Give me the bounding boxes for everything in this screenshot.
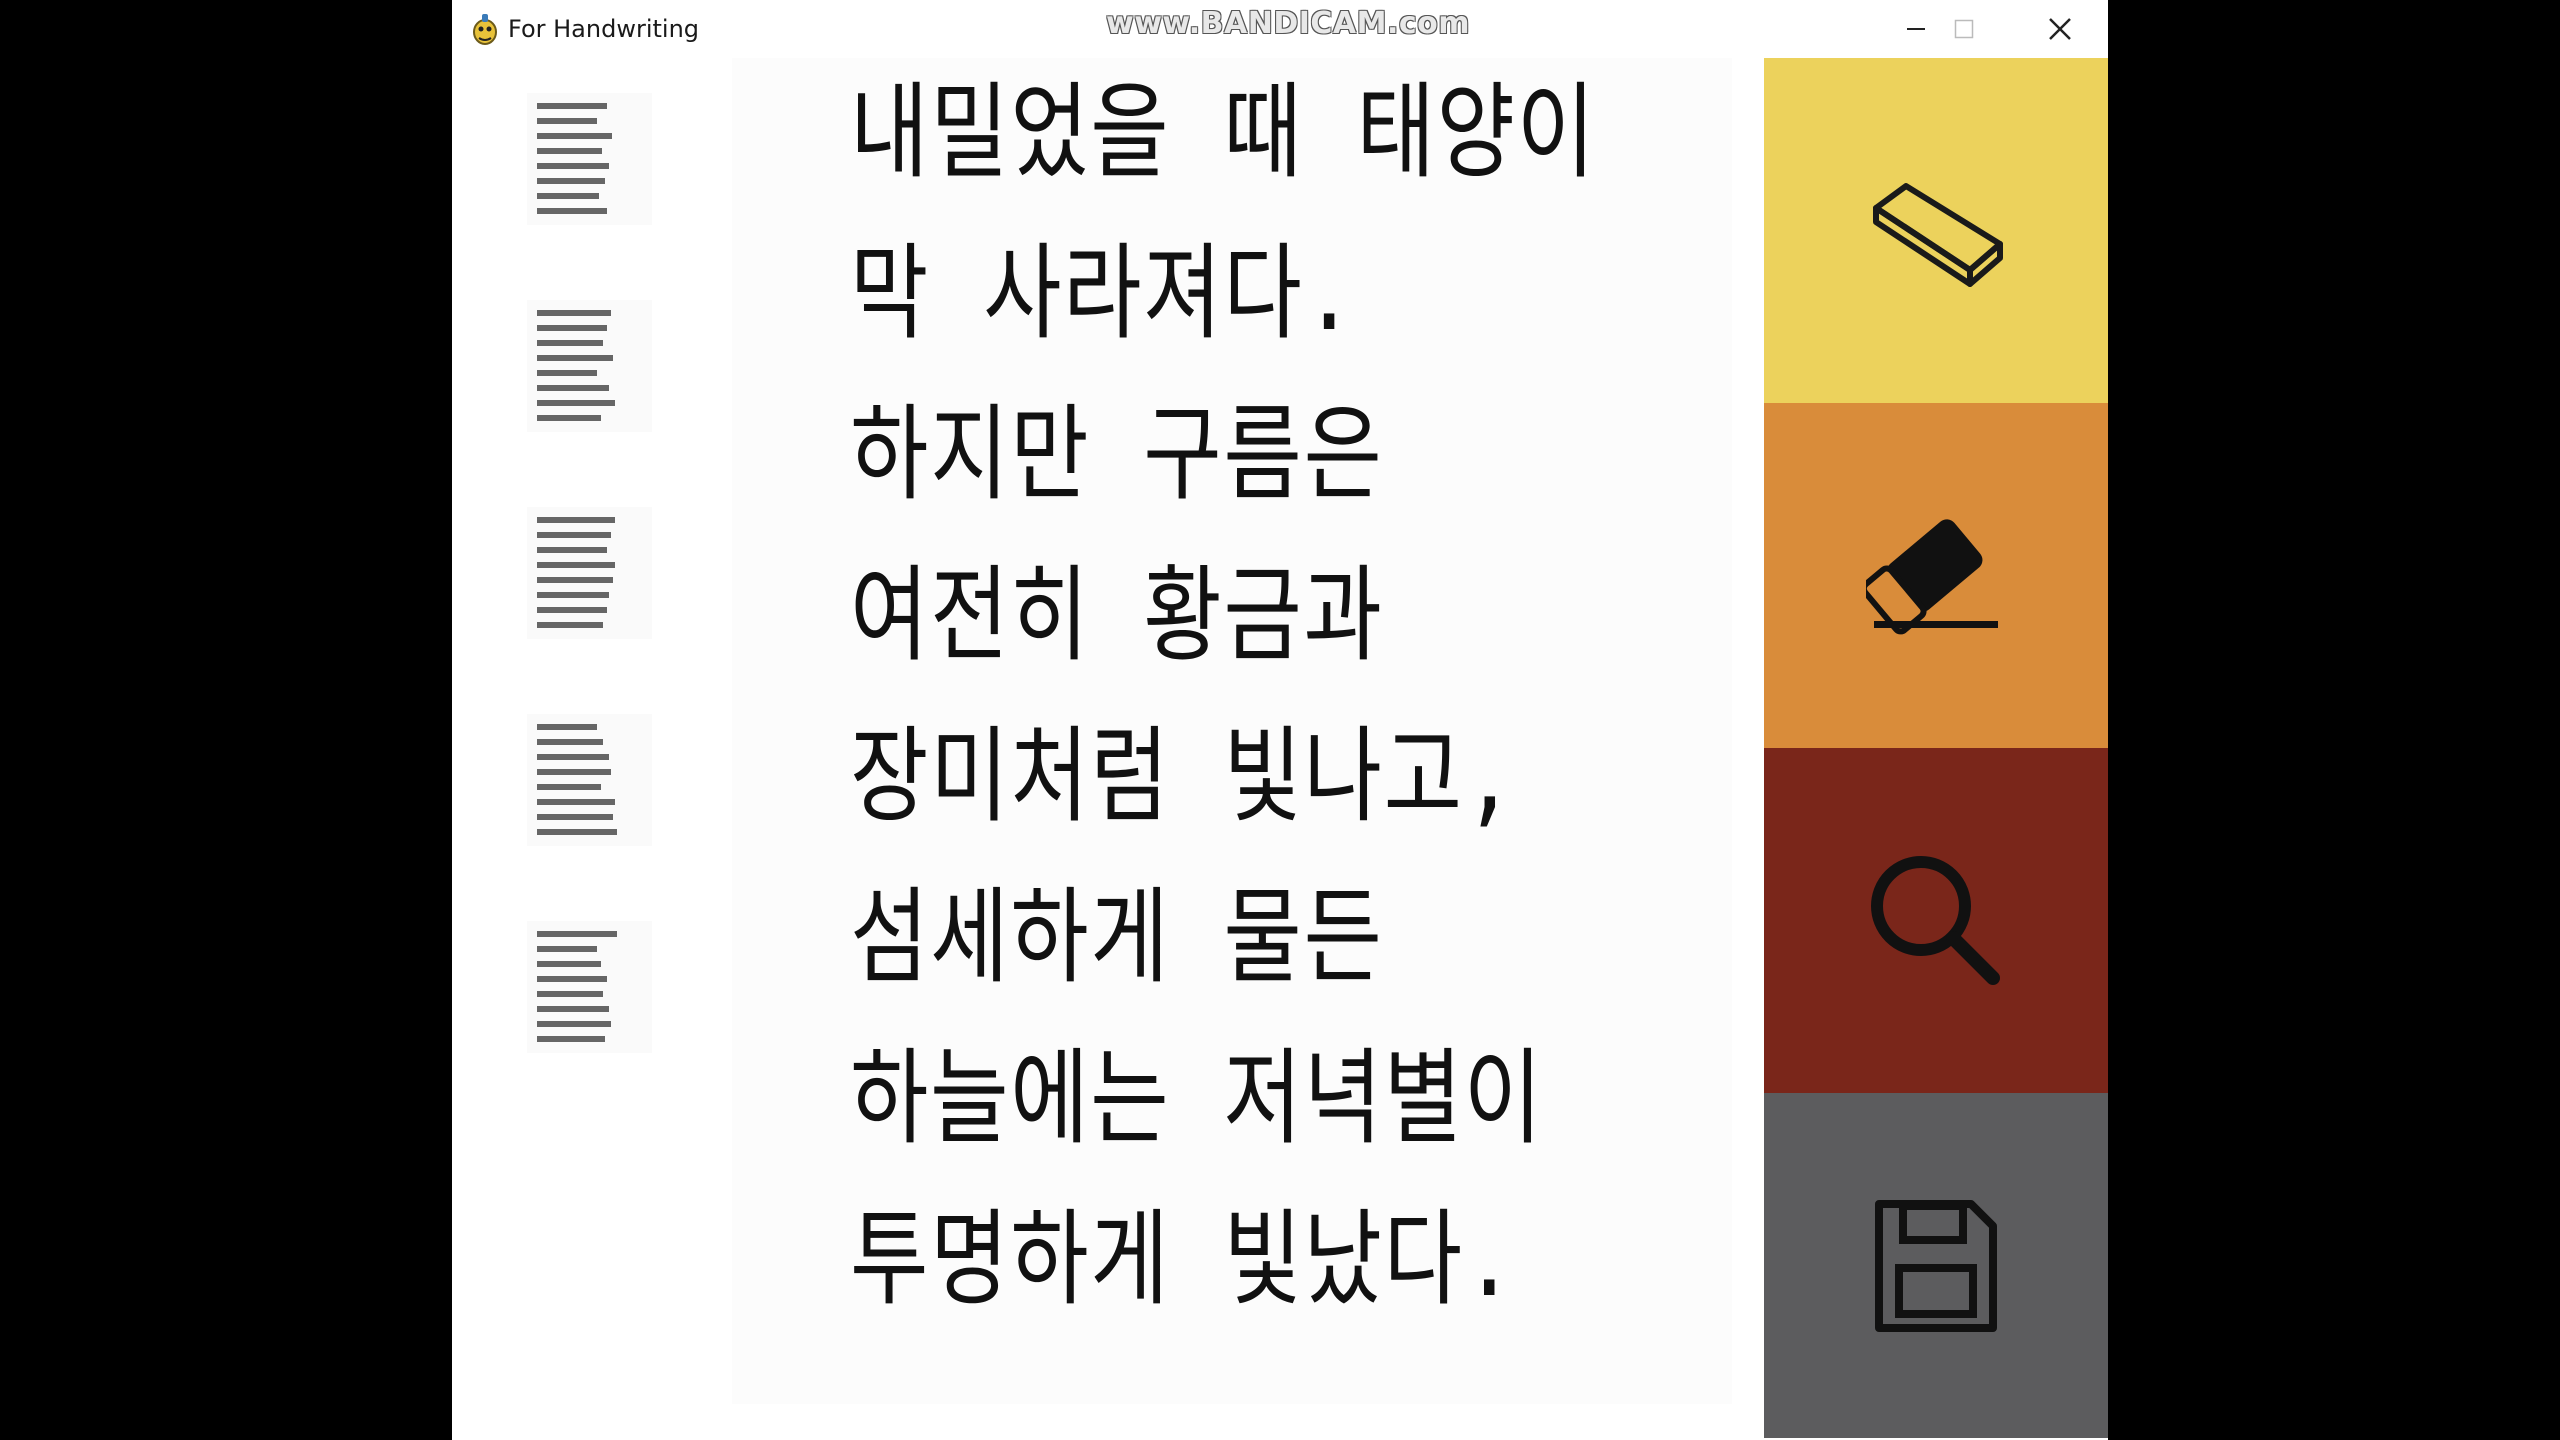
canvas-text-line: 섬세하게 물든 xyxy=(850,876,1384,998)
save-icon xyxy=(1875,1199,1997,1332)
maximize-icon xyxy=(1954,19,1974,39)
search-button[interactable] xyxy=(1764,748,2108,1093)
canvas-text-line: 막 사라져다. xyxy=(850,232,1357,354)
page-thumbnail[interactable] xyxy=(527,300,652,432)
eraser-filled-icon xyxy=(1866,518,1998,634)
app-window: For Handwriting www.BANDICAM.com 내밀었을 때 … xyxy=(452,0,2108,1440)
canvas-text-line: 하늘에는 저녁별이 xyxy=(850,1037,1544,1159)
title-bar[interactable]: For Handwriting www.BANDICAM.com xyxy=(452,0,2108,58)
page-thumbnail[interactable] xyxy=(527,714,652,846)
writing-canvas[interactable]: 내밀었을 때 태양이 막 사라져다. 하지만 구름은 여전히 황금과 장미처럼 … xyxy=(732,58,1732,1404)
thumbnail-preview xyxy=(537,310,615,421)
thumbnail-preview xyxy=(537,517,615,628)
close-icon xyxy=(2049,18,2071,40)
recorder-watermark: www.BANDICAM.com xyxy=(1106,6,1471,41)
thumbnail-preview xyxy=(537,931,617,1042)
page-thumbnail[interactable] xyxy=(527,507,652,639)
window-title: For Handwriting xyxy=(508,15,700,43)
maximize-button[interactable] xyxy=(1916,0,2012,58)
canvas-text-line: 투명하게 빛났다. xyxy=(850,1198,1517,1320)
erase-all-button[interactable] xyxy=(1764,403,2108,748)
search-icon xyxy=(1871,855,2000,985)
eraser-button[interactable] xyxy=(1764,58,2108,403)
canvas-text-line: 내밀었을 때 태양이 xyxy=(850,71,1597,193)
canvas-text-line: 장미처럼 빛나고, xyxy=(850,715,1517,837)
close-button[interactable] xyxy=(2012,0,2108,58)
pygame-snake-icon xyxy=(473,14,497,45)
page-thumbnail[interactable] xyxy=(527,921,652,1053)
page-thumbnail[interactable] xyxy=(527,93,652,225)
thumbnail-preview xyxy=(537,724,617,835)
canvas-text-line: 하지만 구름은 xyxy=(850,393,1384,515)
tool-panel xyxy=(1764,58,2108,1440)
page-thumbnail-list xyxy=(452,58,727,1440)
save-button[interactable] xyxy=(1764,1093,2108,1438)
eraser-outline-icon xyxy=(1873,182,2003,287)
canvas-text-line: 여전히 황금과 xyxy=(850,554,1384,676)
thumbnail-preview xyxy=(537,103,612,214)
